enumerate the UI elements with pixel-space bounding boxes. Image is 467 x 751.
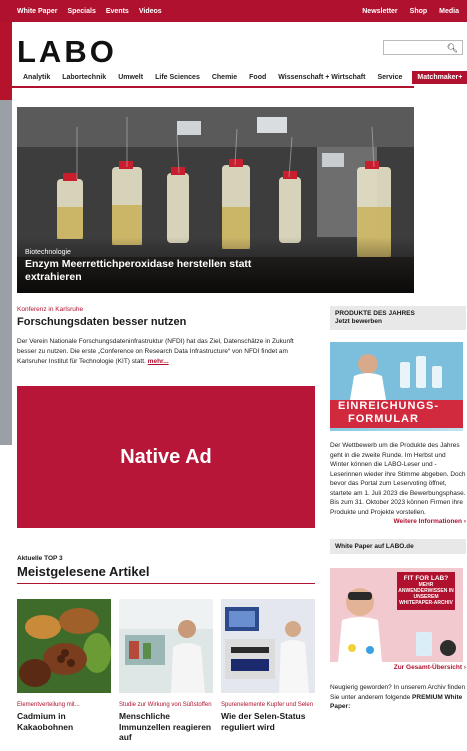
top3-title: Meistgelesene Artikel <box>17 564 150 579</box>
search-icon[interactable]: 🔍︎ <box>447 43 458 54</box>
lead-article-kicker: Konferenz in Karlsruhe <box>17 306 84 313</box>
page-content: LABO 🔍︎ Analytik Labortechnik Umwelt Lif… <box>12 22 467 751</box>
hero-teaser[interactable]: Biotechnologie Enzym Meerrettichperoxida… <box>17 107 414 293</box>
article-card-image[interactable] <box>17 599 111 693</box>
overview-link-label[interactable]: Zur Gesamt-Übersicht <box>394 664 462 671</box>
article-card[interactable]: Elementverteilung mit... Cadmium in Kaka… <box>17 599 111 732</box>
products-heading: PRODUKTE DES JAHRES Jetzt bewerben <box>330 306 466 330</box>
lab-instrument-image <box>221 599 315 693</box>
submission-form-banner[interactable]: EINREICHUNGS- FORMULAR <box>330 342 463 431</box>
banner-line-2: FORMULAR <box>348 413 419 425</box>
hero-category: Biotechnologie <box>25 249 71 256</box>
more-info-link[interactable]: Weitere Informationen › <box>330 518 467 525</box>
lead-article-body: Der Verein Nationale Forschungsdateninfr… <box>17 337 315 367</box>
article-card-title[interactable]: Menschliche Immunzellen reagieren auf <box>119 711 213 743</box>
article-card-title[interactable]: Cadmium in Kakaobohnen <box>17 711 111 732</box>
read-more-link[interactable]: mehr... <box>148 358 169 365</box>
article-card[interactable]: Studie zur Wirkung von Süßstoffen Mensch… <box>119 599 213 743</box>
site-logo[interactable]: LABO <box>17 34 117 70</box>
article-card-kicker: Elementverteilung mit... <box>17 702 80 708</box>
topbar-link-shop[interactable]: Shop <box>410 8 428 15</box>
banner-line-1: EINREICHUNGS- <box>338 400 440 412</box>
native-ad-label: Native Ad <box>120 445 212 468</box>
top3-small-title: Aktuelle TOP 3 <box>17 555 63 562</box>
sidebar: PRODUKTE DES JAHRES Jetzt bewerben EINRE… <box>330 306 466 712</box>
main-nav: Analytik Labortechnik Umwelt Life Scienc… <box>12 68 467 86</box>
native-ad[interactable]: Native Ad <box>17 386 315 528</box>
cocoa-image <box>17 599 111 693</box>
article-card-image[interactable] <box>119 599 213 693</box>
topbar-link-newsletter[interactable]: Newsletter <box>362 8 397 15</box>
whitepaper-banner[interactable]: FIT FOR LAB? MEHR ANWENDERWISSEN IN UNSE… <box>330 568 463 662</box>
more-info-link-label[interactable]: Weitere Informationen <box>394 518 463 525</box>
products-text: Der Wettbewerb um die Produkte des Jahre… <box>330 442 466 516</box>
article-card-image[interactable] <box>221 599 315 693</box>
lead-article: Konferenz in Karlsruhe Forschungsdaten b… <box>17 306 315 367</box>
search-input[interactable]: 🔍︎ <box>383 40 463 55</box>
products-heading-subtitle: Jetzt bewerben <box>335 318 382 325</box>
topbar-link-videos[interactable]: Videos <box>139 8 162 15</box>
top3-section: Aktuelle TOP 3 Meistgelesene Artikel <box>17 555 315 584</box>
nav-item-service[interactable]: Service <box>377 74 402 81</box>
banner-scientist-image <box>330 342 463 400</box>
top-bar: White Paper Specials Events Videos Newsl… <box>0 0 467 22</box>
nav-item-wissenschaft-wirtschaft[interactable]: Wissenschaft + Wirtschaft <box>278 74 365 81</box>
chevron-right-icon: › <box>463 664 466 671</box>
products-heading-title: PRODUKTE DES JAHRES <box>335 310 415 317</box>
nav-item-umwelt[interactable]: Umwelt <box>118 74 143 81</box>
topbar-link-white-paper[interactable]: White Paper <box>17 8 57 15</box>
nav-item-analytik[interactable]: Analytik <box>23 74 50 81</box>
whitepaper-promo-text: MEHR ANWENDERWISSEN IN UNSEREM WHITEPAPE… <box>398 582 454 606</box>
top-bar-left: White Paper Specials Events Videos <box>7 8 162 15</box>
topbar-link-events[interactable]: Events <box>106 8 129 15</box>
article-card-title[interactable]: Wie der Selen-Status reguliert wird <box>221 711 315 732</box>
lead-article-title[interactable]: Forschungsdaten besser nutzen <box>17 316 315 328</box>
topbar-link-media[interactable]: Media <box>439 8 459 15</box>
whitepaper-promo-box: FIT FOR LAB? MEHR ANWENDERWISSEN IN UNSE… <box>397 572 455 610</box>
nav-item-chemie[interactable]: Chemie <box>212 74 237 81</box>
overview-link[interactable]: Zur Gesamt-Übersicht › <box>330 664 466 671</box>
nav-item-food[interactable]: Food <box>249 74 266 81</box>
top-bar-right: Newsletter Shop Media <box>350 8 459 15</box>
nav-item-matchmaker[interactable]: Matchmaker+ <box>412 70 467 84</box>
article-card-kicker: Studie zur Wirkung von Süßstoffen <box>119 702 212 708</box>
hero-title[interactable]: Enzym Meerrettichperoxidase herstellen s… <box>25 258 285 284</box>
article-card[interactable]: Spurenelemente Kupfer und Selen Wie der … <box>221 599 315 732</box>
whitepaper-heading: White Paper auf LABO.de <box>330 539 466 554</box>
nav-divider <box>12 86 414 88</box>
whitepaper-text: Neugierig geworden? In unserem Archiv fi… <box>330 683 466 712</box>
topbar-link-specials[interactable]: Specials <box>67 8 95 15</box>
lab-worker-image <box>119 599 213 693</box>
background-grey-panel-left <box>0 100 12 445</box>
chevron-right-icon: › <box>463 518 466 525</box>
article-card-kicker: Spurenelemente Kupfer und Selen <box>221 702 314 708</box>
nav-item-life-sciences[interactable]: Life Sciences <box>155 74 200 81</box>
nav-item-labortechnik[interactable]: Labortechnik <box>62 74 106 81</box>
top3-divider <box>17 583 315 584</box>
